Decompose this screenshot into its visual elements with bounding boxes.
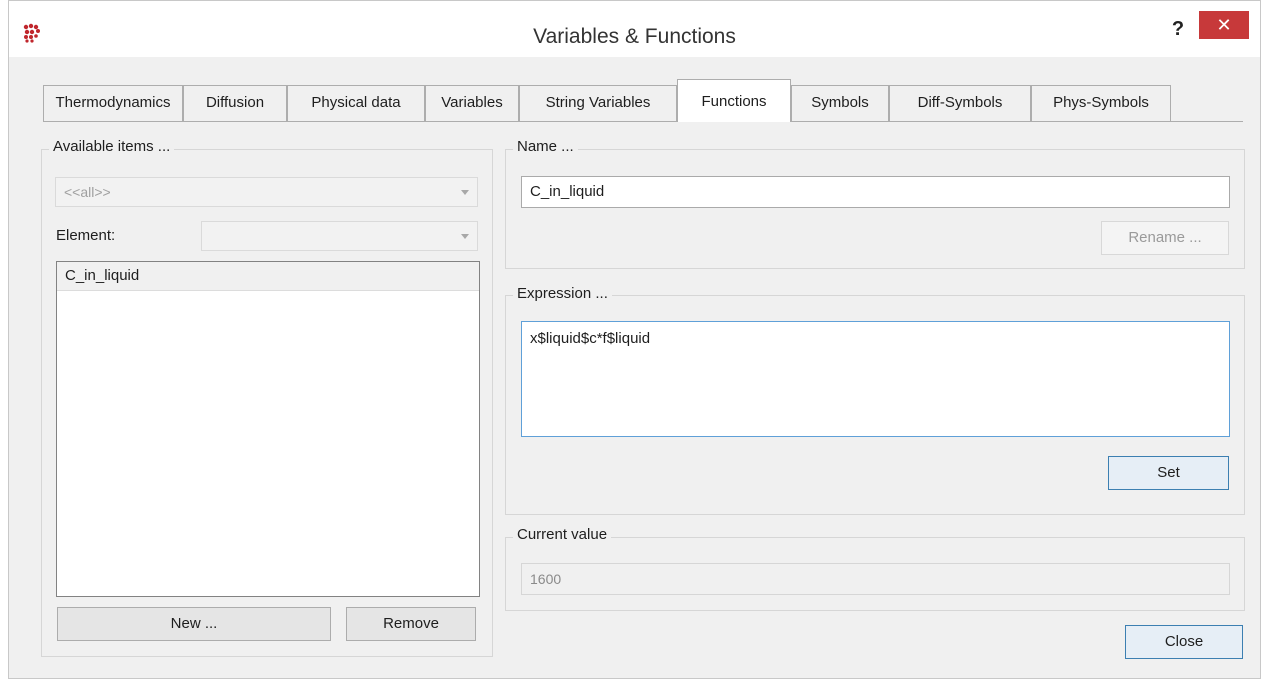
element-dropdown[interactable] <box>201 221 478 251</box>
expression-input[interactable]: x$liquid$c*f$liquid <box>521 321 1230 437</box>
current-value-label: Current value <box>513 526 612 543</box>
chevron-down-icon <box>461 190 469 195</box>
close-button[interactable]: Close <box>1125 625 1243 659</box>
tab-diffusion[interactable]: Diffusion <box>183 85 287 121</box>
tab-functions[interactable]: Functions <box>677 79 791 122</box>
current-value-field: 1600 <box>521 563 1230 595</box>
new-button[interactable]: New ... <box>57 607 331 641</box>
window-close-button[interactable]: ✕ <box>1199 11 1249 39</box>
expression-label: Expression ... <box>513 285 612 302</box>
element-label: Element: <box>56 227 116 244</box>
tab-physical-data[interactable]: Physical data <box>287 85 425 121</box>
items-listbox[interactable]: C_in_liquid <box>56 261 480 597</box>
filter-dropdown-value: <<all>> <box>64 184 111 200</box>
tab-diff-symbols[interactable]: Diff-Symbols <box>889 85 1031 121</box>
tab-string-variables[interactable]: String Variables <box>519 85 677 121</box>
title-bar: Variables & Functions ? ✕ <box>9 1 1260 57</box>
tab-pane-border <box>43 121 1243 122</box>
window-title: Variables & Functions <box>533 25 736 48</box>
remove-button[interactable]: Remove <box>346 607 476 641</box>
tab-symbols[interactable]: Symbols <box>791 85 889 121</box>
help-button[interactable]: ? <box>1162 15 1194 43</box>
name-input[interactable]: C_in_liquid <box>521 176 1230 208</box>
variables-functions-dialog: Variables & Functions ? ✕ Thermodynamics… <box>8 0 1261 679</box>
tab-variables[interactable]: Variables <box>425 85 519 121</box>
name-label: Name ... <box>513 138 578 155</box>
tab-phys-symbols[interactable]: Phys-Symbols <box>1031 85 1171 121</box>
list-item[interactable]: C_in_liquid <box>57 262 479 291</box>
chevron-down-icon <box>461 234 469 239</box>
rename-button[interactable]: Rename ... <box>1101 221 1229 255</box>
filter-dropdown[interactable]: <<all>> <box>55 177 478 207</box>
tab-thermodynamics[interactable]: Thermodynamics <box>43 85 183 121</box>
set-button[interactable]: Set <box>1108 456 1229 490</box>
available-items-label: Available items ... <box>49 138 175 155</box>
